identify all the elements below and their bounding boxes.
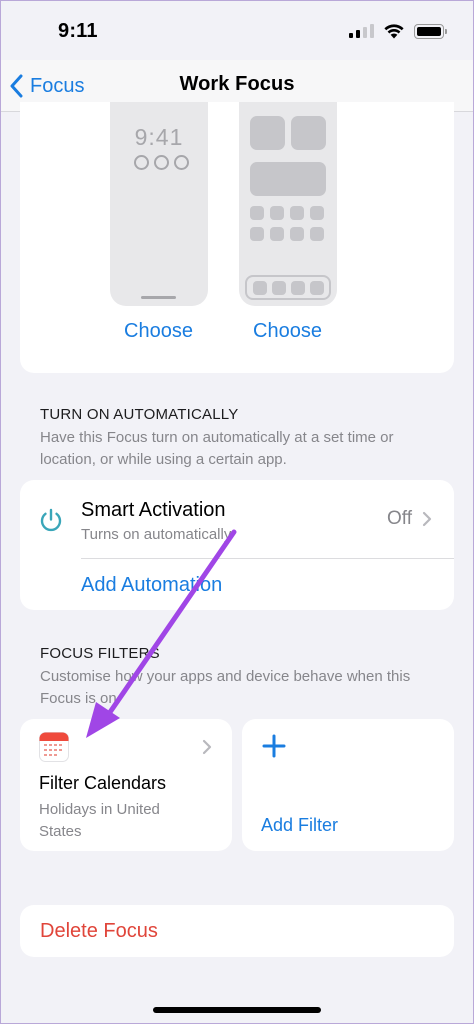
- status-time: 9:11: [58, 20, 98, 42]
- dock: [245, 275, 331, 300]
- row-divider: [81, 558, 454, 559]
- focus-filters-section-description: Customise how your apps and device behav…: [40, 668, 411, 707]
- filter-calendars-title: Filter Calendars: [39, 773, 167, 793]
- plus-icon: [262, 734, 286, 758]
- screen-preview-card: 9:41 Choose Choose: [20, 102, 454, 373]
- focus-filters-section-header: FOCUS FILTERS: [40, 645, 160, 662]
- cellular-signal-icon: [349, 24, 374, 38]
- wifi-icon: [384, 24, 404, 39]
- delete-focus-button[interactable]: Delete Focus: [20, 905, 454, 957]
- delete-focus-label: Delete Focus: [40, 920, 158, 942]
- lock-screen-preview[interactable]: 9:41: [110, 102, 208, 306]
- battery-icon: [414, 23, 447, 39]
- power-icon: [40, 508, 62, 532]
- smart-activation-title: Smart Activation: [81, 499, 226, 521]
- automation-section-description: Have this Focus turn on automatically at…: [40, 429, 394, 468]
- widget-placeholder: [291, 116, 326, 150]
- add-filter-card[interactable]: Add Filter: [242, 719, 454, 851]
- automation-section-header: TURN ON AUTOMATICALLY: [40, 406, 239, 423]
- home-screen-preview[interactable]: [239, 102, 337, 306]
- filter-calendars-card[interactable]: Filter Calendars Holidays in United Stat…: [20, 719, 232, 851]
- choose-home-screen-button[interactable]: Choose: [253, 320, 322, 343]
- chevron-right-icon: [202, 739, 212, 755]
- widget-placeholder: [250, 116, 285, 150]
- status-bar: 9:11: [0, 0, 474, 64]
- filter-calendars-subtitle: Holidays in United States: [39, 801, 160, 840]
- app-icon-grid: [250, 206, 324, 241]
- widget-placeholder: [250, 162, 326, 196]
- automation-card: Smart Activation Turns on automatically …: [20, 480, 454, 610]
- lock-screen-home-bar: [141, 296, 176, 299]
- calendar-icon: [39, 732, 69, 762]
- home-indicator: [153, 1007, 321, 1013]
- add-automation-button[interactable]: Add Automation: [81, 574, 222, 597]
- smart-activation-subtitle: Turns on automatically: [81, 526, 232, 543]
- choose-lock-screen-button[interactable]: Choose: [124, 320, 193, 343]
- smart-activation-value: Off: [387, 508, 412, 529]
- page-title: Work Focus: [179, 73, 295, 95]
- add-filter-label: Add Filter: [261, 815, 339, 835]
- status-icons: [349, 23, 447, 39]
- lock-screen-time: 9:41: [134, 124, 184, 150]
- lock-screen-widgets: [134, 155, 189, 170]
- chevron-right-icon: [422, 511, 432, 527]
